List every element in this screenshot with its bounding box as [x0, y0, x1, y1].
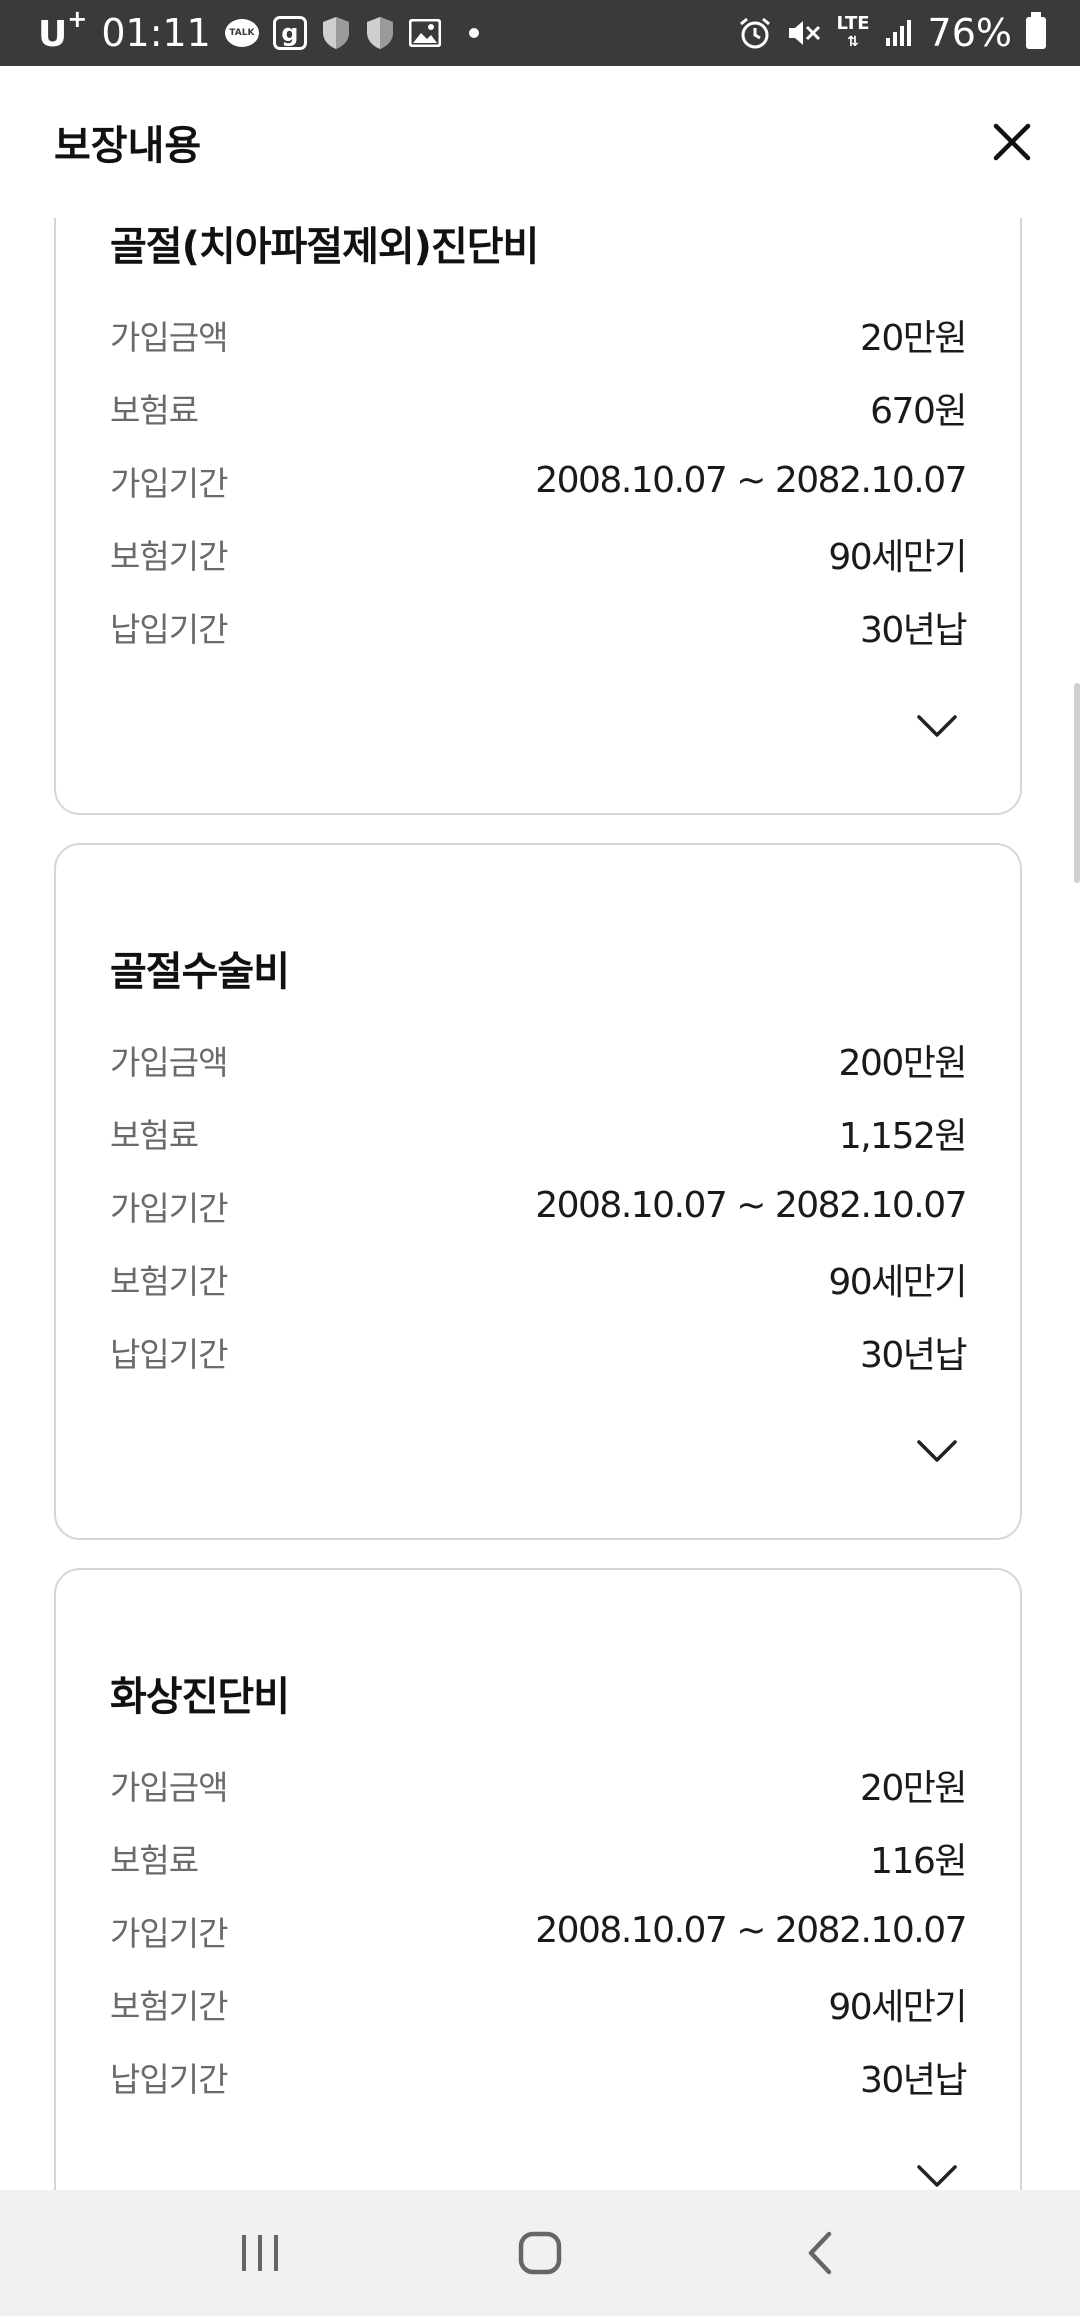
- row-value: 2008.10.07 ~ 2082.10.07: [535, 1910, 967, 1951]
- back-icon: [808, 2231, 832, 2275]
- back-button[interactable]: [790, 2223, 850, 2283]
- row-label: 가입기간: [110, 1913, 228, 1953]
- status-bar: U+ 01:11 TALK g LTE ⇅ 76%: [0, 0, 1080, 66]
- row-label: 납입기간: [110, 1334, 228, 1374]
- home-button[interactable]: [510, 2223, 570, 2283]
- home-icon: [518, 2231, 562, 2275]
- row-label: 가입기간: [110, 463, 228, 503]
- expand-row: [110, 1388, 966, 1538]
- row-value: 30년납: [859, 1334, 968, 1376]
- scrollbar[interactable]: [1074, 683, 1080, 883]
- row-label: 납입기간: [110, 2059, 228, 2099]
- page-title: 보장내용: [54, 123, 202, 169]
- coverage-title: 골절(치아파절제외)진단비: [110, 224, 539, 270]
- row-label: 가입금액: [110, 1767, 228, 1807]
- detail-row: 보험기간 90세만기: [110, 1242, 967, 1315]
- chevron-down-icon: [917, 2165, 957, 2187]
- row-label: 보험료: [110, 390, 199, 430]
- expand-button[interactable]: [914, 711, 960, 741]
- coverage-card: 화상진단비 가입금액 20만원 보험료 116원 가입기간 2008.10.07…: [54, 1568, 1022, 2190]
- detail-row: 가입기간 2008.10.07 ~ 2082.10.07: [110, 444, 967, 517]
- chevron-down-icon: [917, 1440, 957, 1462]
- close-icon: [993, 123, 1031, 161]
- row-label: 보험료: [110, 1115, 199, 1155]
- status-right: LTE ⇅ 76%: [738, 11, 1046, 55]
- recent-apps-icon: [242, 2235, 278, 2271]
- gallery-icon: [408, 19, 441, 47]
- coverage-card: 골절수술비 가입금액 200만원 보험료 1,152원 가입기간 2008.10…: [54, 843, 1022, 1540]
- coverage-card: 골절(치아파절제외)진단비 가입금액 20만원 보험료 670원 가입기간 20…: [54, 218, 1022, 815]
- shield-icon: [321, 16, 351, 50]
- coverage-title: 화상진단비: [110, 1674, 290, 1720]
- expand-button[interactable]: [914, 1436, 960, 1466]
- cards-wrap: 골절(치아파절제외)진단비 가입금액 20만원 보험료 670원 가입기간 20…: [54, 218, 1022, 2190]
- row-label: 가입금액: [110, 317, 228, 357]
- carrier-label: U+: [38, 5, 88, 55]
- row-value: 1,152원: [838, 1115, 968, 1157]
- shield-icon: [365, 16, 395, 50]
- mute-icon: [786, 16, 822, 50]
- row-value: 2008.10.07 ~ 2082.10.07: [535, 460, 967, 501]
- row-value: 90세만기: [828, 1986, 967, 2028]
- row-value: 20만원: [859, 317, 968, 359]
- navigation-bar: [0, 2190, 1080, 2316]
- kakaotalk-icon: TALK: [224, 19, 259, 47]
- expand-row: [110, 663, 966, 813]
- header: 보장내용: [0, 66, 1080, 218]
- expand-row: [110, 2113, 966, 2190]
- signal-icon: [884, 18, 914, 48]
- row-value: 20만원: [859, 1767, 968, 1809]
- row-value: 670원: [870, 390, 967, 432]
- clock: 01:11: [101, 11, 211, 55]
- detail-row: 보험료 670원: [110, 371, 967, 444]
- row-label: 가입금액: [110, 1042, 228, 1082]
- detail-row: 납입기간 30년납: [110, 2040, 968, 2113]
- detail-row: 가입기간 2008.10.07 ~ 2082.10.07: [110, 1894, 967, 1967]
- battery-icon: [1026, 12, 1046, 49]
- detail-row: 가입금액 20만원: [110, 1748, 968, 1821]
- detail-row: 납입기간 30년납: [110, 590, 968, 663]
- chevron-down-icon: [917, 715, 957, 737]
- detail-row: 가입기간 2008.10.07 ~ 2082.10.07: [110, 1169, 967, 1242]
- row-value: 2008.10.07 ~ 2082.10.07: [535, 1185, 967, 1226]
- row-value: 116원: [870, 1840, 967, 1882]
- detail-row: 보험료 116원: [110, 1821, 967, 1894]
- expand-button[interactable]: [914, 2161, 960, 2190]
- row-label: 보험료: [110, 1840, 199, 1880]
- row-label: 가입기간: [110, 1188, 228, 1228]
- g-app-icon: g: [272, 16, 307, 50]
- detail-row: 보험료 1,152원: [110, 1096, 968, 1169]
- alarm-icon: [738, 16, 772, 50]
- row-value: 90세만기: [828, 536, 967, 578]
- coverage-list[interactable]: 골절(치아파절제외)진단비 가입금액 20만원 보험료 670원 가입기간 20…: [0, 218, 1080, 2190]
- battery-percent: 76%: [927, 11, 1012, 55]
- row-value: 30년납: [859, 2059, 968, 2101]
- row-label: 보험기간: [110, 1986, 228, 2026]
- detail-row: 보험기간 90세만기: [110, 1967, 967, 2040]
- close-button[interactable]: [990, 120, 1034, 164]
- row-label: 보험기간: [110, 1261, 228, 1301]
- detail-row: 가입금액 20만원: [110, 298, 968, 371]
- row-value: 200만원: [838, 1042, 968, 1084]
- row-label: 보험기간: [110, 536, 228, 576]
- detail-row: 납입기간 30년납: [110, 1315, 968, 1388]
- row-label: 납입기간: [110, 609, 228, 649]
- notification-dot-icon: [468, 28, 479, 38]
- recent-apps-button[interactable]: [230, 2223, 290, 2283]
- detail-row: 보험기간 90세만기: [110, 517, 967, 590]
- row-value: 30년납: [859, 609, 968, 651]
- row-value: 90세만기: [828, 1261, 967, 1303]
- status-left: U+ 01:11 TALK g: [38, 5, 479, 55]
- lte-icon: LTE ⇅: [836, 13, 870, 51]
- coverage-title: 골절수술비: [110, 949, 290, 995]
- detail-row: 가입금액 200만원: [110, 1023, 968, 1096]
